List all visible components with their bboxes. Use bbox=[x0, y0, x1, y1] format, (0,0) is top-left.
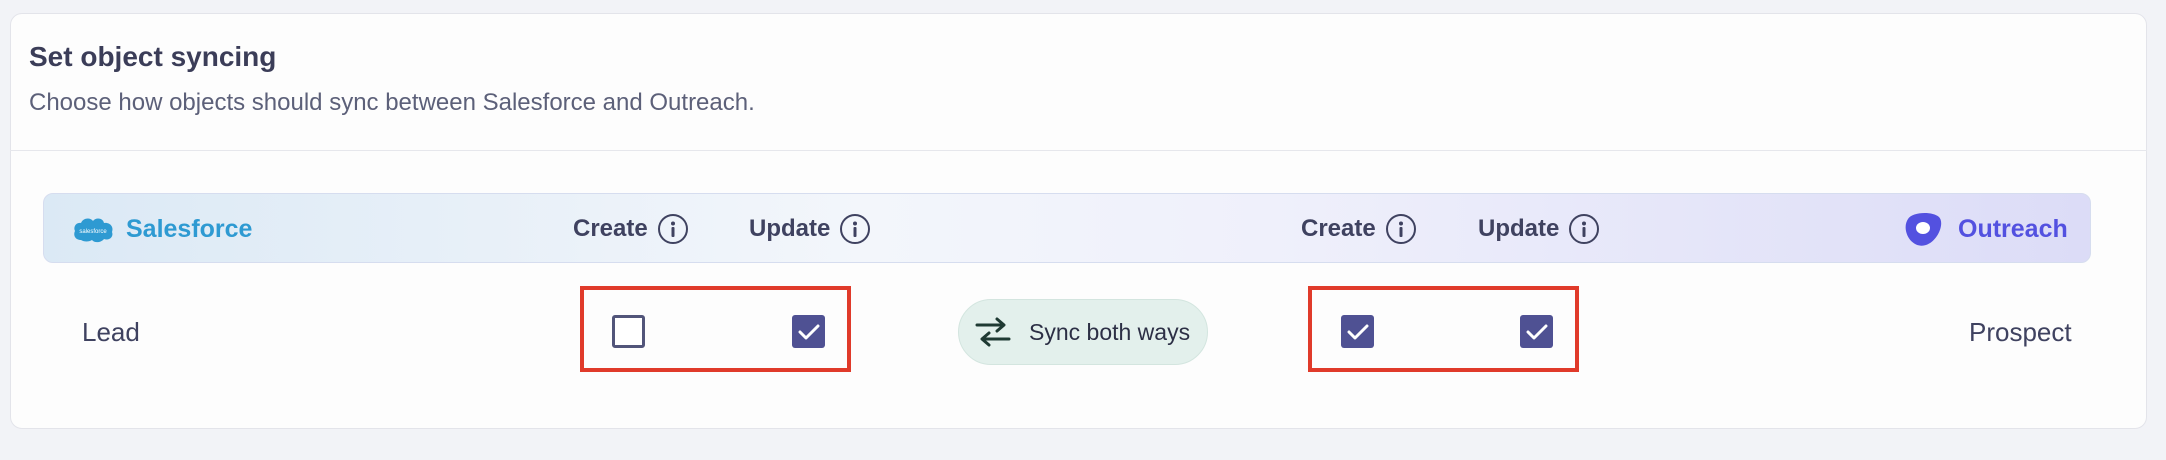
info-icon[interactable] bbox=[657, 214, 688, 244]
info-icon[interactable] bbox=[840, 214, 871, 244]
outreach-object-label: Prospect bbox=[1969, 317, 2072, 347]
sync-arrows-icon bbox=[975, 317, 1011, 347]
outreach-create-checkbox[interactable] bbox=[1341, 315, 1374, 348]
salesforce-object-label: Lead bbox=[82, 317, 140, 347]
outreach-logo-icon bbox=[1905, 213, 1942, 246]
divider bbox=[10, 150, 2147, 151]
sync-header-bar bbox=[43, 193, 2091, 263]
outreach-create-header: Create bbox=[1301, 212, 1416, 246]
sync-direction-label: Sync both ways bbox=[1029, 318, 1191, 345]
salesforce-app-name: Salesforce bbox=[126, 215, 253, 243]
salesforce-create-checkbox[interactable] bbox=[612, 315, 645, 348]
section-title: Set object syncing bbox=[29, 41, 277, 72]
outreach-update-checkbox[interactable] bbox=[1520, 315, 1553, 348]
check-icon bbox=[1347, 324, 1368, 339]
svg-text:salesforce: salesforce bbox=[79, 229, 107, 235]
check-icon bbox=[798, 324, 819, 339]
salesforce-update-checkbox[interactable] bbox=[792, 315, 825, 348]
outreach-app-name: Outreach bbox=[1958, 215, 2068, 243]
salesforce-update-header: Update bbox=[749, 212, 871, 246]
salesforce-logo-icon: salesforce bbox=[74, 218, 113, 243]
outreach-update-header: Update bbox=[1478, 212, 1600, 246]
check-icon bbox=[1526, 324, 1547, 339]
info-icon[interactable] bbox=[1385, 214, 1416, 244]
info-icon[interactable] bbox=[1569, 214, 1600, 244]
salesforce-create-header: Create bbox=[573, 212, 688, 246]
sync-direction-button[interactable]: Sync both ways bbox=[958, 299, 1208, 365]
section-subtitle: Choose how objects should sync between S… bbox=[29, 89, 755, 116]
